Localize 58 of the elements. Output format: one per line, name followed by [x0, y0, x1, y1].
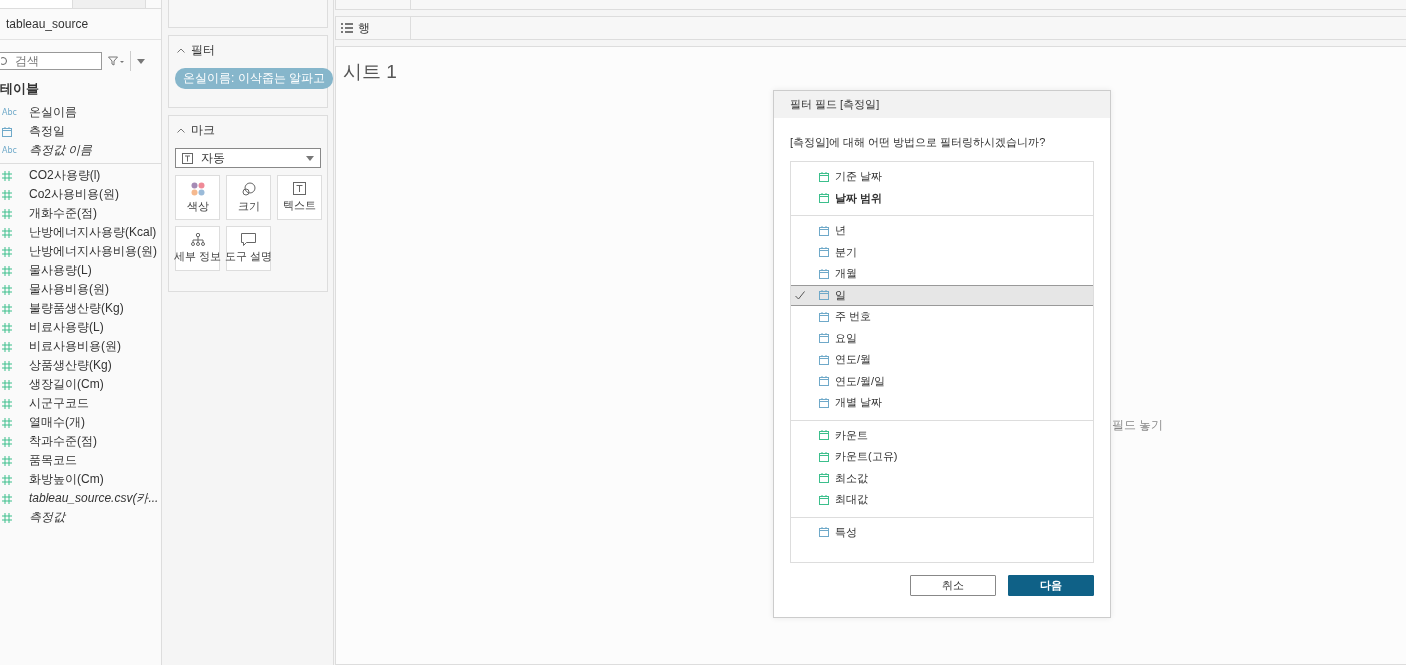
- field-name[interactable]: 불량품생산량(Kg): [29, 300, 124, 317]
- next-button[interactable]: 다음: [1008, 575, 1094, 596]
- field-name[interactable]: 물사용량(L): [29, 262, 92, 279]
- shelf-label: 행: [358, 19, 370, 37]
- field-name[interactable]: 온실이름: [29, 104, 77, 121]
- field-name[interactable]: 열매수(개): [29, 414, 85, 431]
- mark-property-button[interactable]: 세부 정보: [175, 226, 220, 271]
- filter-method-option[interactable]: 날짜 범위: [791, 187, 1093, 209]
- string-type-icon: Abc: [2, 146, 17, 155]
- section-heading: 테이블: [0, 80, 40, 98]
- search-field[interactable]: 검색: [0, 52, 102, 70]
- filter-method-option[interactable]: 기준 날짜: [791, 166, 1093, 188]
- filter-method-option[interactable]: 연도/월: [791, 349, 1093, 371]
- string-type-icon: Abc: [2, 108, 17, 117]
- filter-method-option[interactable]: 개별 날짜: [791, 392, 1093, 414]
- field-name[interactable]: 품목코드: [29, 452, 77, 469]
- filter-method-option[interactable]: 분기: [791, 241, 1093, 263]
- mark-type-dropdown[interactable]: 자동: [175, 148, 321, 168]
- dialog-title: 필터 필드 [측정일]: [774, 91, 1110, 118]
- filter-method-option[interactable]: 년: [791, 220, 1093, 242]
- field-name[interactable]: Co2사용비용(원): [29, 186, 119, 203]
- drop-hint: 필드 놓기: [1112, 417, 1164, 434]
- field-name[interactable]: 난방에너지사용량(Kcal): [29, 224, 157, 241]
- filter-method-option[interactable]: 일: [791, 284, 1093, 306]
- filter-method-option[interactable]: 요일: [791, 327, 1093, 349]
- field-name[interactable]: 측정값: [29, 509, 65, 526]
- mark-property-button[interactable]: 도구 설명: [226, 226, 271, 271]
- field-name[interactable]: 착과수준(점): [29, 433, 97, 450]
- dialog-question: [측정일]에 대해 어떤 방법으로 필터링하시겠습니까?: [790, 136, 1046, 148]
- filter-method-option[interactable]: 개월: [791, 263, 1093, 285]
- mark-property-button[interactable]: 크기: [226, 175, 271, 220]
- field-name[interactable]: 생장길이(Cm): [29, 376, 104, 393]
- field-name[interactable]: 물사용비용(원): [29, 281, 109, 298]
- card-title: 필터: [191, 42, 215, 59]
- field-name[interactable]: 화방높이(Cm): [29, 471, 104, 488]
- filter-method-option[interactable]: 최소값: [791, 467, 1093, 489]
- sheet-title: 시트 1: [343, 60, 398, 84]
- field-name[interactable]: 개화수준(점): [29, 205, 97, 222]
- filter-method-option[interactable]: 주 번호: [791, 306, 1093, 328]
- filter-method-option[interactable]: 연도/월/일: [791, 370, 1093, 392]
- card-title: 마크: [191, 122, 215, 139]
- filter-method-option[interactable]: 특성: [791, 521, 1093, 543]
- field-name[interactable]: 비료사용량(L): [29, 319, 104, 336]
- filter-method-option[interactable]: 최대값: [791, 489, 1093, 511]
- field-name[interactable]: 난방에너지사용비용(원): [29, 243, 157, 260]
- cancel-button[interactable]: 취소: [910, 575, 996, 596]
- field-name[interactable]: 측정일: [29, 123, 65, 140]
- field-name[interactable]: 상품생산량(Kg): [29, 357, 112, 374]
- filter-method-option[interactable]: 카운트: [791, 424, 1093, 446]
- field-name[interactable]: 시군구코드: [29, 395, 89, 412]
- data-source-name[interactable]: tableau_source: [0, 9, 161, 40]
- mark-property-button[interactable]: 색상: [175, 175, 220, 220]
- field-name[interactable]: 비료사용비용(원): [29, 338, 121, 355]
- field-name[interactable]: CO2사용량(l): [29, 167, 101, 184]
- mark-property-button[interactable]: 텍스트: [277, 175, 322, 220]
- field-name[interactable]: tableau_source.csv(카...: [29, 490, 159, 507]
- filter-method-option[interactable]: 카운트(고유): [791, 446, 1093, 468]
- field-name[interactable]: 측정값 이름: [29, 142, 93, 159]
